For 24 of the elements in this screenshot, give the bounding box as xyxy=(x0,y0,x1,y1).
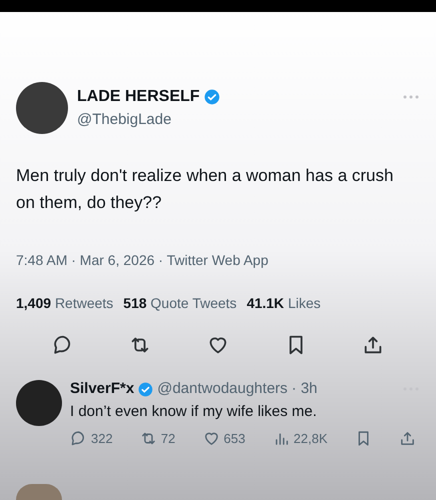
speech-bubble-icon xyxy=(70,430,87,448)
reply-author-name: SilverF*x xyxy=(70,379,134,399)
reply-action-button[interactable] xyxy=(398,430,416,448)
engagement-stat[interactable]: 518 Quote Tweets xyxy=(123,293,237,314)
reply-action-button[interactable]: 322 xyxy=(70,429,113,448)
reply-action-button[interactable]: 72 xyxy=(140,429,176,448)
reply-time: · 3h xyxy=(292,379,318,399)
tweet-timestamp: 7:48 AM · Mar 6, 2026 · Twitter Web App xyxy=(15,251,270,270)
engagement-stat[interactable]: 1,409 Retweets xyxy=(16,293,114,314)
share-icon xyxy=(362,334,384,356)
heart-icon xyxy=(202,430,220,448)
engagement-stat[interactable]: 41.1K Likes xyxy=(246,293,321,314)
action-button[interactable] xyxy=(362,334,384,356)
share-icon xyxy=(398,430,416,448)
reply-action-button[interactable]: 653 xyxy=(202,429,246,448)
tweet-text: Men truly don't realize when a woman has a crush on them, do they?? xyxy=(15,165,394,214)
reply-author-handle: @dantwodaughters xyxy=(157,379,288,399)
avatar-placeholder xyxy=(16,82,68,134)
reply-action-button[interactable]: 22,8K xyxy=(272,429,328,448)
avatar-placeholder xyxy=(16,484,62,500)
author-handle: @ThebigLade xyxy=(77,110,172,130)
author-name: LADE HERSELF xyxy=(77,86,200,107)
avatar-placeholder xyxy=(16,380,62,426)
reply-text: I don’t even know if my wife likes me. xyxy=(70,402,318,422)
